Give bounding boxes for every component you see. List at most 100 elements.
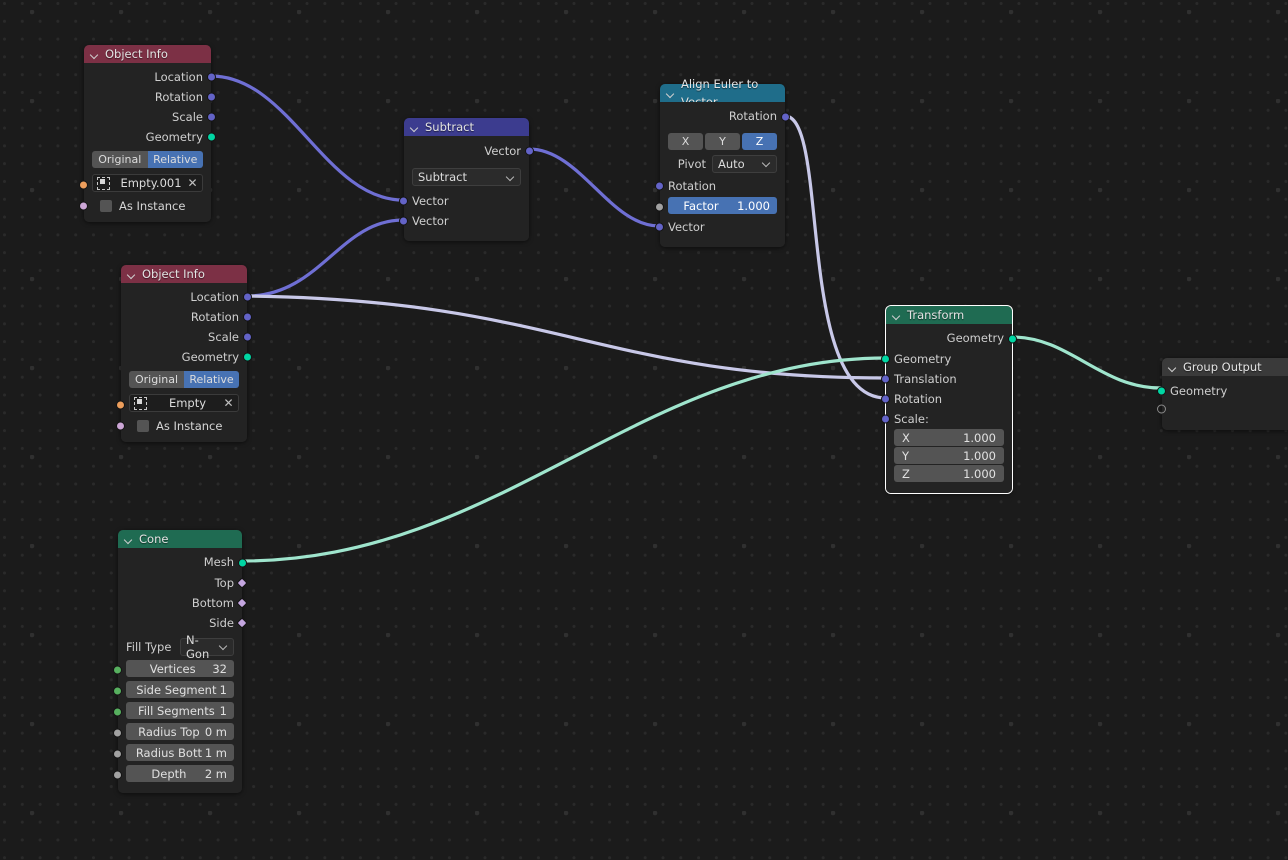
scale-z-field[interactable]: Z 1.000 (894, 465, 1004, 482)
node-cone[interactable]: Cone Mesh Top Bottom Side Fill Type N-Go… (113, 530, 248, 793)
radius-top-field[interactable]: Radius Top 0 m (126, 723, 234, 740)
node-subtract[interactable]: Subtract Vector Subtract Vector Vector (399, 118, 534, 241)
chevron-down-icon[interactable] (1168, 363, 1177, 372)
socket-out-bottom-field[interactable] (236, 597, 248, 609)
node-header-subtract[interactable]: Subtract (404, 118, 529, 136)
toggle-relative[interactable]: Relative (184, 371, 239, 388)
chevron-down-icon[interactable] (892, 311, 901, 320)
axis-z-button[interactable]: Z (742, 133, 777, 150)
fill-segments-field[interactable]: Fill Segments 1 (126, 702, 234, 719)
object-field[interactable]: Empty ✕ (129, 394, 239, 412)
scale-x-field[interactable]: X 1.000 (894, 429, 1004, 446)
node-object-info-1[interactable]: Object Info Location Rotation Scale Geom… (79, 45, 216, 222)
output-label: Vector (484, 144, 521, 158)
socket-out-top-field[interactable] (236, 577, 248, 589)
node-align-euler-to-vector[interactable]: Align Euler to Vector Rotation X Y Z Piv… (655, 77, 790, 247)
toggle-relative[interactable]: Relative (147, 151, 203, 168)
scale-x-label: X (902, 430, 910, 445)
socket-geometry[interactable] (207, 132, 216, 142)
socket-in-geometry[interactable] (1157, 386, 1166, 396)
socket-rotation-vector[interactable] (207, 92, 216, 102)
object-field[interactable]: Empty.001 ✕ (92, 174, 203, 192)
socket-in-vector[interactable] (655, 222, 664, 232)
socket-out-vector[interactable] (525, 146, 534, 156)
toggle-original[interactable]: Original (92, 151, 148, 168)
operation-dropdown[interactable]: Subtract (412, 168, 521, 186)
node-object-info-2[interactable]: Object Info Location Rotation Scale Geom… (116, 265, 252, 442)
socket-out-geometry[interactable] (1008, 334, 1017, 343)
socket-in-side-segments[interactable] (113, 686, 122, 696)
factor-slider[interactable]: Factor 1.000 (668, 197, 777, 214)
node-header-transform[interactable]: Transform (886, 306, 1012, 324)
side-segment-field[interactable]: Side Segment 1 (126, 681, 234, 698)
as-instance-checkbox[interactable] (137, 419, 149, 432)
socket-in-fill-segments[interactable] (113, 707, 122, 717)
clear-object-icon[interactable]: ✕ (187, 177, 198, 189)
node-transform[interactable]: Transform Geometry Geometry Translation … (881, 305, 1017, 494)
output-scale: Scale (84, 107, 216, 127)
socket-in-rotation[interactable] (881, 394, 890, 404)
node-header-object-info-1[interactable]: Object Info (84, 45, 211, 63)
axis-y-button[interactable]: Y (705, 133, 740, 150)
socket-scale-vector[interactable] (243, 332, 252, 342)
socket-in-geometry[interactable] (881, 354, 890, 364)
socket-in-vector-2[interactable] (399, 216, 408, 226)
socket-as-instance[interactable] (79, 201, 88, 211)
toggle-original[interactable]: Original (129, 371, 184, 388)
socket-in-radius-bottom[interactable] (113, 749, 122, 759)
node-group-output[interactable]: Group Output Geometry (1157, 358, 1288, 430)
axis-x-button[interactable]: X (668, 133, 703, 150)
chevron-down-icon[interactable] (124, 535, 133, 544)
socket-in-factor[interactable] (655, 202, 664, 212)
chevron-down-icon[interactable] (666, 89, 675, 98)
node-title: Group Output (1183, 360, 1262, 374)
socket-in-vector-1[interactable] (399, 196, 408, 206)
socket-object[interactable] (116, 400, 125, 410)
output-label: Rotation (154, 90, 203, 104)
socket-in-vertices[interactable] (113, 665, 122, 675)
socket-out-mesh[interactable] (238, 558, 247, 567)
operation-value: Subtract (418, 170, 468, 184)
chevron-down-icon[interactable] (90, 50, 99, 59)
clear-object-icon[interactable]: ✕ (223, 397, 234, 409)
socket-out-side-field[interactable] (236, 617, 248, 629)
output-label: Geometry (946, 331, 1004, 345)
output-top: Top (118, 573, 248, 593)
socket-as-instance[interactable] (116, 421, 125, 431)
socket-in-translation[interactable] (881, 374, 890, 384)
scale-y-field[interactable]: Y 1.000 (894, 447, 1004, 464)
socket-in-scale[interactable] (881, 414, 890, 424)
socket-in-rotation[interactable] (655, 181, 664, 191)
socket-scale-vector[interactable] (207, 112, 216, 122)
socket-object[interactable] (79, 180, 88, 190)
node-title: Subtract (425, 120, 475, 134)
node-header-object-info-2[interactable]: Object Info (121, 265, 247, 283)
socket-geometry[interactable] (243, 352, 252, 362)
output-geometry: Geometry (121, 347, 252, 367)
depth-field[interactable]: Depth 2 m (126, 765, 234, 782)
vertices-field[interactable]: Vertices 32 (126, 660, 234, 677)
pivot-dropdown[interactable]: Auto (712, 154, 777, 173)
as-instance-label: As Instance (156, 418, 223, 433)
socket-rotation-vector[interactable] (243, 312, 252, 322)
node-header-group-output[interactable]: Group Output (1162, 358, 1288, 376)
radius-bottom-field[interactable]: Radius Bott 1 m (126, 744, 234, 761)
chevron-down-icon[interactable] (127, 270, 136, 279)
socket-virtual-new[interactable] (1157, 404, 1166, 414)
socket-location-vector[interactable] (207, 72, 216, 82)
as-instance-checkbox[interactable] (100, 199, 112, 212)
socket-location-vector[interactable] (243, 292, 252, 302)
object-icon (134, 396, 147, 410)
link-transform-to-group-output (1010, 335, 1163, 390)
param-radius-top-row: Radius Top 0 m (113, 722, 242, 741)
fill-type-dropdown[interactable]: N-Gon (180, 633, 234, 661)
node-header-align-euler[interactable]: Align Euler to Vector (660, 77, 785, 109)
output-rotation: Rotation (660, 106, 790, 127)
link-objinfo2-location-to-subtract-vector2 (245, 218, 405, 298)
socket-out-rotation[interactable] (781, 112, 790, 121)
socket-in-radius-top[interactable] (113, 728, 122, 738)
node-editor-canvas[interactable]: Object Info Location Rotation Scale Geom… (0, 0, 1288, 860)
chevron-down-icon[interactable] (410, 123, 419, 132)
node-header-cone[interactable]: Cone (118, 530, 242, 548)
socket-in-depth[interactable] (113, 770, 122, 780)
